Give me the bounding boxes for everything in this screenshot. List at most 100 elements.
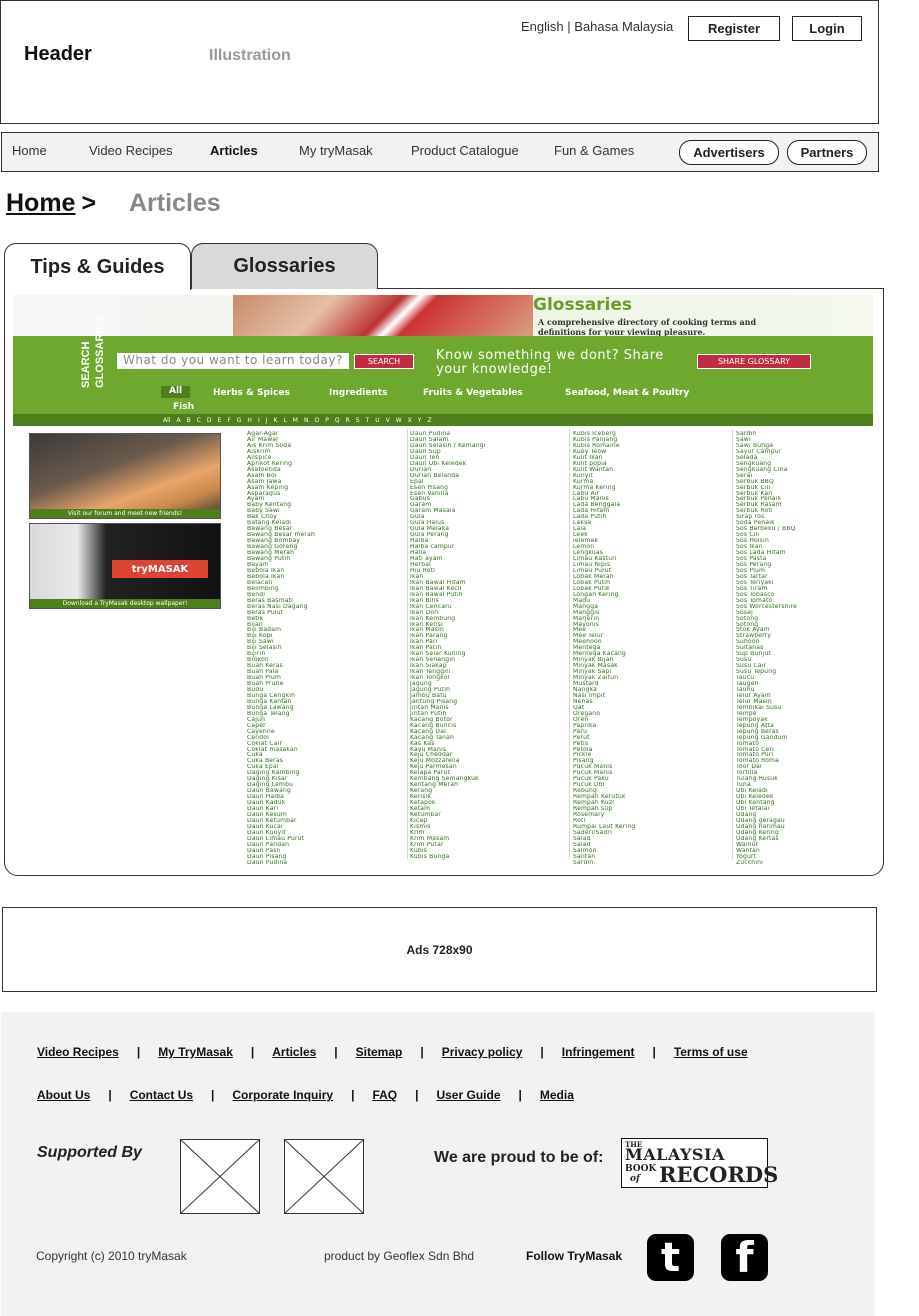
image-placeholder-icon — [284, 1139, 364, 1214]
twitter-icon[interactable]: t — [647, 1234, 694, 1281]
header-illustration: Illustration — [209, 47, 291, 64]
footer-separator: | — [652, 1045, 656, 1059]
breadcrumb-home-link[interactable]: Home — [6, 189, 75, 217]
main-nav: Home Video Recipes Articles My tryMasak … — [1, 132, 879, 172]
category-fruits-vegetables[interactable]: Fruits & Vegetables — [423, 388, 523, 398]
column-divider — [407, 429, 408, 859]
footer-link-sitemap[interactable]: Sitemap — [356, 1045, 403, 1059]
sponsor-logo-placeholder-1[interactable] — [180, 1139, 260, 1214]
footer-link-contact-us[interactable]: Contact Us — [130, 1088, 193, 1102]
glossary-term-link[interactable]: Daun Pudina — [247, 860, 407, 866]
footer-separator: | — [211, 1088, 215, 1102]
follow-label: Follow TryMasak — [526, 1249, 623, 1263]
nav-home[interactable]: Home — [12, 143, 47, 158]
footer-separator: | — [334, 1045, 338, 1059]
advertisers-button[interactable]: Advertisers — [679, 140, 779, 165]
glossary-term-link[interactable]: Sardin — [573, 860, 733, 866]
footer-link-privacy-policy[interactable]: Privacy policy — [442, 1045, 523, 1059]
alphabet-letter-link[interactable]: X — [408, 417, 412, 424]
footer-separator: | — [351, 1088, 355, 1102]
glossary-column-3: Kubis Iceberg Kubis Panjang Kubis Romaine K… — [573, 431, 733, 866]
footer-separator: | — [518, 1088, 522, 1102]
alphabet-letter-link[interactable]: T — [366, 417, 370, 424]
footer-link-media[interactable]: Media — [540, 1088, 574, 1102]
alphabet-letter-link[interactable]: A — [176, 417, 180, 424]
footer-separator: | — [540, 1045, 544, 1059]
alphabet-letter-link[interactable]: R — [346, 417, 350, 424]
footer-link-about-us[interactable]: About Us — [37, 1088, 90, 1102]
trymasak-logo: tryMASAK — [112, 560, 208, 578]
facebook-icon[interactable]: f — [721, 1233, 768, 1282]
footer-link-terms-of-use[interactable]: Terms of use — [674, 1045, 748, 1059]
alphabet-letter-link[interactable]: J — [266, 417, 268, 424]
alphabet-letter-link[interactable]: C — [197, 417, 201, 424]
category-seafood-meat-poultry[interactable]: Seafood, Meat & Poultry — [565, 388, 689, 398]
alphabet-letter-link[interactable]: I — [258, 417, 260, 424]
wallpaper-promo-image[interactable]: tryMASAK Download a TryMasak desktop wal… — [29, 523, 221, 609]
alphabet-letter-link[interactable]: H — [247, 417, 252, 424]
mbr-records: RECORDS — [659, 1162, 779, 1187]
alphabet-letter-link[interactable]: F — [227, 417, 230, 424]
alphabet-letter-link[interactable]: B — [187, 417, 191, 424]
alphabet-letter-link[interactable]: W — [396, 417, 402, 424]
footer-separator: | — [250, 1045, 255, 1059]
alphabet-letter-link[interactable]: U — [375, 417, 379, 424]
share-glossary-button[interactable]: SHARE GLOSSARY — [697, 354, 811, 369]
lang-malay-link[interactable]: Bahasa Malaysia — [574, 19, 673, 34]
footer-separator: | — [136, 1045, 141, 1059]
alphabet-letter-link[interactable]: S — [356, 417, 360, 424]
alphabet-letter-link[interactable]: E — [218, 417, 222, 424]
alphabet-letter-link[interactable]: P — [325, 417, 329, 424]
alphabet-letter-link[interactable]: D — [207, 417, 212, 424]
alphabet-letter-link[interactable]: Q — [335, 417, 340, 424]
register-button[interactable]: Register — [688, 16, 780, 41]
banner-photo — [233, 295, 533, 339]
alphabet-letter-link[interactable]: G — [237, 417, 242, 424]
category-ingredients[interactable]: Ingredients — [329, 388, 387, 398]
forum-promo-caption: Visit our forum and meet new friends! — [30, 509, 220, 518]
lang-english-link[interactable]: English — [521, 19, 564, 34]
malaysia-book-of-records-logo[interactable]: THE MALAYSIA BOOK of RECORDS — [621, 1138, 778, 1188]
category-herbs-spices[interactable]: Herbs & Spices — [213, 388, 290, 398]
footer-link-infringement[interactable]: Infringement — [562, 1045, 635, 1059]
partners-button[interactable]: Partners — [787, 140, 867, 165]
footer-link-my-trymasak[interactable]: My TryMasak — [158, 1045, 233, 1059]
alphabet-letter-link[interactable]: L — [283, 417, 286, 424]
nav-product-catalogue[interactable]: Product Catalogue — [411, 143, 519, 158]
nav-my-trymasak[interactable]: My tryMasak — [299, 143, 373, 158]
mbr-of: of — [630, 1174, 640, 1184]
nav-video-recipes[interactable]: Video Recipes — [89, 143, 173, 158]
alphabet-letter-link[interactable]: Y — [418, 417, 422, 424]
footer-links-row-1: Video Recipes | My TryMasak | Articles | Sitem… — [37, 1045, 748, 1059]
nav-fun-games[interactable]: Fun & Games — [554, 143, 634, 158]
footer-link-articles[interactable]: Articles — [272, 1045, 316, 1059]
footer-link-user-guide[interactable]: User Guide — [436, 1088, 500, 1102]
category-all[interactable]: All — [161, 386, 191, 398]
forum-promo-image[interactable]: Visit our forum and meet new friends! — [29, 433, 221, 519]
nav-articles[interactable]: Articles — [210, 143, 258, 158]
ad-banner-728x90[interactable]: Ads 728x90 — [2, 907, 877, 992]
content-panel: Glossaries A comprehensive directory of … — [4, 288, 884, 876]
copyright-text: Copyright (c) 2010 tryMasak — [36, 1249, 187, 1263]
footer-link-faq[interactable]: FAQ — [372, 1088, 397, 1102]
alphabet-letter-link[interactable]: K — [274, 417, 278, 424]
alphabet-letter-link[interactable]: Z — [427, 417, 431, 424]
glossary-search-input[interactable]: What do you want to learn today? — [117, 353, 349, 369]
alphabet-letter-link[interactable]: V — [386, 417, 390, 424]
glossary-search-button[interactable]: SEARCH — [354, 354, 414, 369]
footer-link-video-recipes[interactable]: Video Recipes — [37, 1045, 119, 1059]
alphabet-letter-link[interactable]: N — [304, 417, 309, 424]
alphabet-letter-link[interactable]: M — [293, 417, 298, 424]
tab-glossaries[interactable]: Glossaries — [191, 243, 378, 289]
login-button[interactable]: Login — [792, 16, 862, 41]
sponsor-logo-placeholder-2[interactable] — [284, 1139, 364, 1214]
tab-tips-guides[interactable]: Tips & Guides — [4, 243, 191, 290]
footer-links-row-2: About Us | Contact Us | Corporate Inquiry | FA… — [37, 1088, 574, 1102]
alphabet-letter-link[interactable]: All — [163, 417, 170, 424]
alphabet-letter-link[interactable]: O — [314, 417, 319, 424]
glossary-term-link[interactable]: Zucchini — [736, 860, 883, 866]
glossary-term-link[interactable]: Kubis Bunga — [410, 854, 570, 860]
category-fish[interactable]: Fish — [173, 402, 194, 412]
footer-link-corporate-inquiry[interactable]: Corporate Inquiry — [232, 1088, 333, 1102]
proud-to-be-label: We are proud to be of: — [434, 1149, 604, 1166]
